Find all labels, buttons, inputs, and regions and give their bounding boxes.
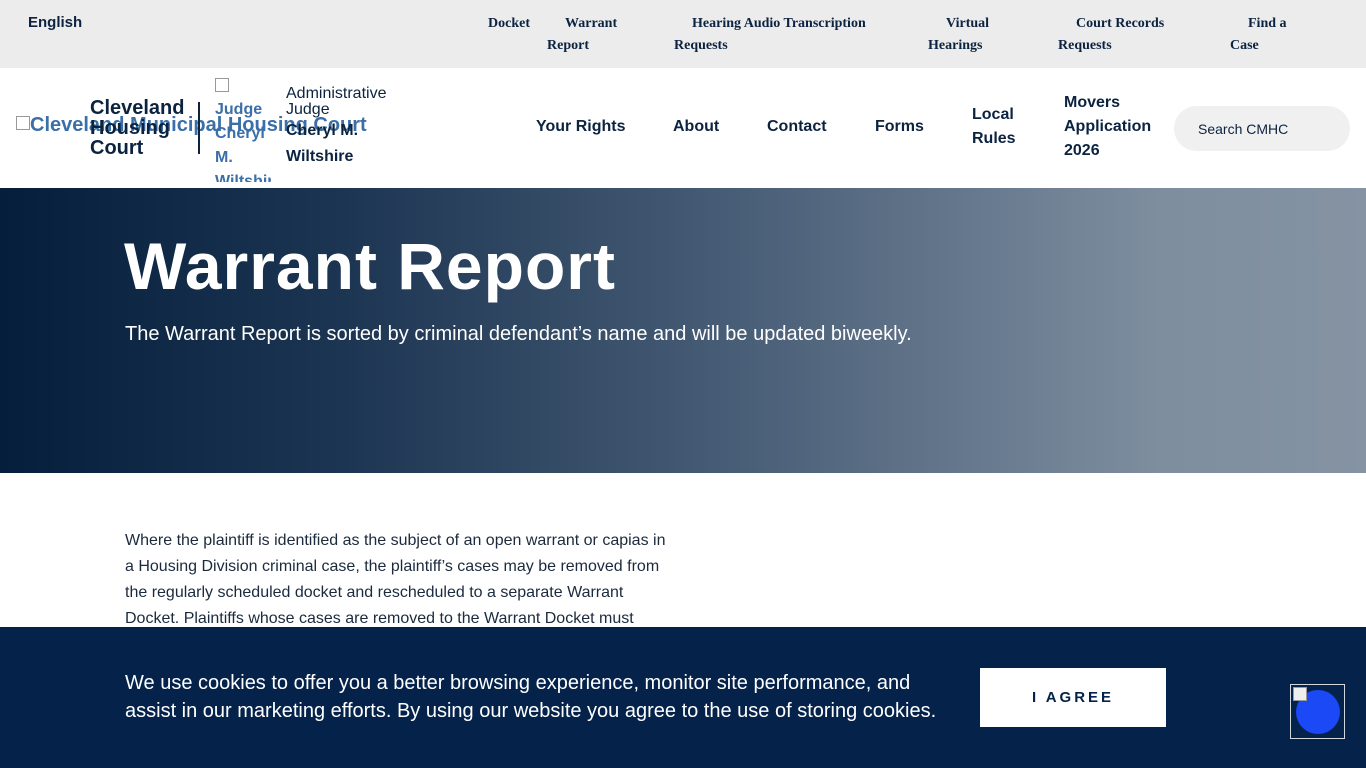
broken-image-icon [215,78,229,92]
toplink-docket-label: Docket [488,16,530,31]
page-title: Warrant Report [124,229,616,303]
judge-photo-alt-text: Judge Cheryl M. Wiltshire [215,101,271,182]
nav-local-rules[interactable]: Local Rules [972,103,1016,151]
content-paragraph: Where the plaintiff is identified as the… [125,532,666,627]
nav-movers-application-label-1: Movers [1064,94,1121,111]
broken-image-icon [1293,687,1307,701]
nav-contact[interactable]: Contact [767,115,827,139]
main-content: Where the plaintiff is identified as the… [125,528,670,632]
page-subtitle: The Warrant Report is sorted by criminal… [125,323,912,345]
toplink-court-records-label-1: Court Records [1076,16,1165,31]
nav-movers-application-label-2: Application [1064,118,1152,135]
nav-about-label: About [673,118,720,135]
cookie-banner: We use cookies to offer you a better bro… [0,627,1366,768]
brand-line-1: Cleveland [90,97,185,119]
nav-contact-label: Contact [767,118,827,135]
cookie-message: We use cookies to offer you a better bro… [125,672,937,722]
nav-your-rights[interactable]: Your Rights [536,115,625,139]
broken-image-icon [16,116,30,130]
nav-movers-application-label-3: 2026 [1064,142,1100,159]
language-selector[interactable]: English [28,14,82,31]
nav-movers-application[interactable]: Movers Application 2026 [1064,91,1151,163]
nav-about[interactable]: About [673,115,719,139]
search-input[interactable] [1174,106,1350,151]
brand-name: Cleveland Housing Court [90,98,184,158]
judge-name: Cheryl M. Wiltshire [286,122,359,165]
judge-title: Administrative Judge [286,85,387,118]
nav-forms-label: Forms [875,118,924,135]
toplink-warrant-report-label-1: Warrant [565,16,618,31]
toplink-find-a-case-label-2: Case [1230,38,1259,53]
hero-banner: Warrant Report The Warrant Report is sor… [0,188,1366,473]
toplink-virtual-hearings-label-1: Virtual [946,16,990,31]
accessibility-widget[interactable] [1290,684,1345,739]
toplink-virtual-hearings-label-2: Hearings [928,38,983,53]
toplink-warrant-report-label-2: Report [547,38,589,53]
nav-local-rules-label-1: Local [972,106,1014,123]
brand-line-3: Court [90,137,144,159]
nav-local-rules-label-2: Rules [972,130,1016,147]
agree-button[interactable]: I AGREE [980,668,1166,727]
toplink-hearing-audio-label-2: Requests [674,38,728,53]
nav-your-rights-label: Your Rights [536,118,626,135]
toplink-court-records-label-2: Requests [1058,38,1112,53]
nav-forms[interactable]: Forms [875,115,924,139]
site-header: Cleveland Municipal Housing Court Clevel… [0,68,1366,188]
brand-divider [198,102,200,154]
judge-photo: Judge Cheryl M. Wiltshire [215,74,271,182]
brand-line-2: Housing [90,117,170,139]
utility-bar: English Docket Warrant Report Hearing Au… [0,0,1366,68]
toplink-find-a-case-label-1: Find a [1248,16,1287,31]
toplink-hearing-audio-label-1: Hearing Audio Transcription [692,16,866,31]
